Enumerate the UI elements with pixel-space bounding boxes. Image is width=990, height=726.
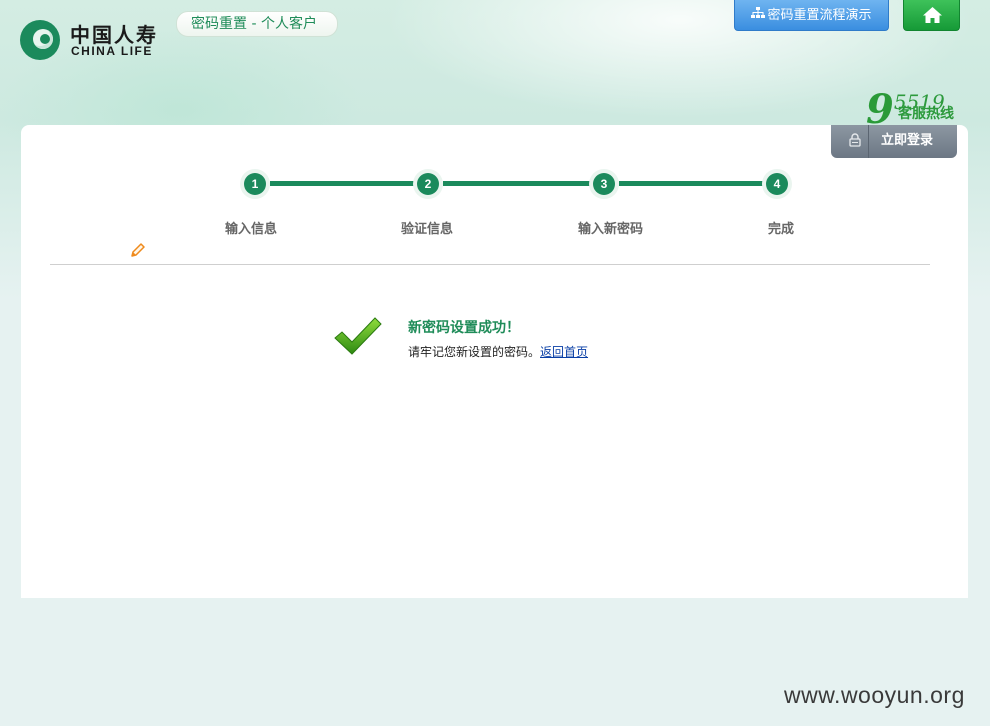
login-button-divider bbox=[868, 125, 869, 158]
home-button[interactable] bbox=[903, 0, 960, 31]
main-panel bbox=[21, 125, 968, 598]
logo-english-text: CHINA LIFE bbox=[71, 44, 153, 58]
header: 中国人寿 CHINA LIFE 密码重置 - 个人客户 密码重置流程演示 955 bbox=[0, 0, 990, 133]
watermark: www.wooyun.org bbox=[784, 682, 965, 708]
step-4-marker: 4 bbox=[762, 169, 792, 199]
step-1-number: 1 bbox=[244, 173, 266, 195]
customer-hotline: 95519 客服热线 bbox=[866, 78, 961, 133]
step-1-label: 输入信息 bbox=[225, 222, 278, 237]
step-1-marker: 1 bbox=[240, 169, 270, 199]
hotline-label: 客服热线 bbox=[898, 106, 954, 122]
step-2-number: 2 bbox=[417, 173, 439, 195]
return-home-link[interactable]: 返回首页 bbox=[540, 345, 588, 359]
china-life-logo-icon bbox=[20, 20, 60, 60]
step-connector-1-2 bbox=[270, 181, 415, 186]
step-4-number: 4 bbox=[766, 173, 788, 195]
login-button[interactable]: 立即登录 bbox=[831, 125, 957, 158]
step-2-marker: 2 bbox=[413, 169, 443, 199]
step-4-label: 完成 bbox=[768, 222, 795, 237]
step-connector-3-4 bbox=[619, 181, 764, 186]
page-title: 密码重置 - 个人客户 bbox=[176, 11, 338, 37]
step-3-number: 3 bbox=[593, 173, 615, 195]
demo-button-label: 密码重置流程演示 bbox=[767, 8, 872, 23]
password-reset-demo-button[interactable]: 密码重置流程演示 bbox=[734, 0, 889, 31]
step-3-marker: 3 bbox=[589, 169, 619, 199]
success-message-text: 请牢记您新设置的密码。 bbox=[408, 345, 541, 359]
pencil-icon bbox=[131, 243, 145, 257]
step-3-label: 输入新密码 bbox=[578, 222, 644, 237]
success-title: 新密码设置成功！ bbox=[408, 320, 520, 336]
success-message: 请牢记您新设置的密码。返回首页 bbox=[408, 343, 588, 360]
home-icon bbox=[923, 7, 942, 23]
lock-icon bbox=[849, 133, 861, 147]
checkmark-icon bbox=[334, 317, 382, 355]
login-button-label: 立即登录 bbox=[881, 133, 934, 148]
step-connector-2-3 bbox=[443, 181, 591, 186]
step-2-label: 验证信息 bbox=[401, 222, 454, 237]
sitemap-icon bbox=[751, 0, 766, 31]
section-divider bbox=[50, 264, 930, 265]
china-life-logo[interactable]: 中国人寿 CHINA LIFE bbox=[20, 18, 180, 60]
